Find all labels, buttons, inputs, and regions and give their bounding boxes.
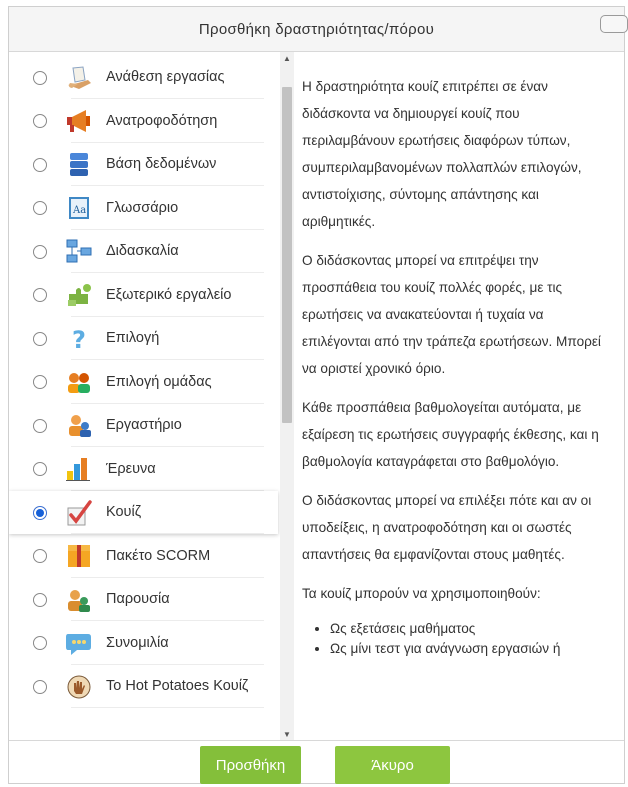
activity-option-label: Εξωτερικό εργαλείο xyxy=(106,286,232,303)
activity-option-label: Ανάθεση εργασίας xyxy=(106,69,225,85)
activity-option-list[interactable]: Ανάθεση εργασίας Ανατροφοδότηση Βάση δεδομ… xyxy=(9,52,281,742)
lesson-icon xyxy=(64,237,94,267)
description-paragraph: Ο διδάσκοντας μπορεί να επιτρέψει την πρ… xyxy=(302,253,601,376)
attendance-icon xyxy=(64,585,94,615)
svg-text:?: ? xyxy=(72,326,86,354)
activity-radio-button[interactable] xyxy=(33,549,47,563)
dialog-title: Προσθήκη δραστηριότητας/πόρου xyxy=(198,20,435,38)
activity-option-label: Εργαστήριο xyxy=(106,417,182,433)
activity-option-row[interactable]: Εξωτερικό εργαλείο xyxy=(9,274,278,317)
activity-radio-button[interactable] xyxy=(33,375,47,389)
activity-option-row[interactable]: Έρευνα xyxy=(9,448,278,491)
activity-option-label: Συνομιλία xyxy=(106,634,169,651)
description-paragraph: Τα κουίζ μπορούν να χρησιμοποιηθούν: xyxy=(302,586,541,601)
megaphone-icon xyxy=(64,106,94,136)
activity-option-label: Επιλογή xyxy=(106,330,160,346)
activity-radio-button[interactable] xyxy=(33,462,47,476)
description-paragraph: Κάθε προσπάθεια βαθμολογείται αυτόματα, … xyxy=(302,400,599,469)
activity-option-row[interactable]: Ανατροφοδότηση xyxy=(9,100,278,143)
activity-option-row[interactable]: ? Επιλογή xyxy=(9,317,278,360)
activity-option-label: Βάση δεδομένων xyxy=(106,156,217,172)
add-activity-dialog: Προσθήκη δραστηριότητας/πόρου Ανάθεση ερ… xyxy=(8,6,628,784)
dialog-body: Ανάθεση εργασίας Ανατροφοδότηση Βάση δεδομ… xyxy=(9,52,624,742)
glossary-icon: Aa xyxy=(64,193,94,223)
question-mark-icon: ? xyxy=(64,324,94,354)
activity-option-row[interactable]: Επιλογή ομάδας xyxy=(9,361,278,404)
activity-option-label: Επιλογή ομάδας xyxy=(106,373,212,390)
activity-radio-button[interactable] xyxy=(33,505,47,520)
description-bullet: Ως μίνι τεστ για ανάγνωση εργασιών ή xyxy=(330,639,602,659)
description-paragraph: Η δραστηριότητα κουίζ επιτρέπει σε έναν … xyxy=(302,79,582,229)
activity-option-label: Πακέτο SCORM xyxy=(106,547,211,564)
database-icon xyxy=(64,150,94,180)
activity-option-row[interactable]: Κουίζ xyxy=(9,491,278,534)
activity-radio-button[interactable] xyxy=(33,331,47,346)
checkmark-icon xyxy=(64,498,94,528)
dialog-footer: Προσθήκη Άκυρο xyxy=(9,740,624,784)
package-icon xyxy=(64,541,94,571)
activity-radio-button[interactable] xyxy=(33,157,47,172)
dialog-header: Προσθήκη δραστηριότητας/πόρου xyxy=(9,7,628,52)
scroll-thumb[interactable] xyxy=(282,87,292,423)
activity-option-label: Διδασκαλία xyxy=(106,243,179,259)
puzzle-icon xyxy=(64,280,94,310)
activity-option-label: Κουίζ xyxy=(106,504,142,520)
activity-option-row[interactable]: Συνομιλία xyxy=(9,622,278,665)
svg-text:Aa: Aa xyxy=(72,205,86,216)
assignment-icon xyxy=(64,63,94,93)
activity-radio-button[interactable] xyxy=(33,201,47,215)
activity-option-row[interactable]: Εργαστήριο xyxy=(9,404,278,447)
activity-radio-button[interactable] xyxy=(33,70,47,85)
close-button[interactable] xyxy=(600,15,628,33)
description-bullet-list: Ως εξετάσεις μαθήματος Ως μίνι τεστ για … xyxy=(302,619,602,659)
activity-radio-button[interactable] xyxy=(33,418,47,433)
activity-radio-button[interactable] xyxy=(33,592,47,607)
hand-icon xyxy=(64,672,94,702)
activity-radio-button[interactable] xyxy=(33,636,47,650)
activity-option-row[interactable]: Ανάθεση εργασίας xyxy=(9,56,278,99)
description-bullet: Ως εξετάσεις μαθήματος xyxy=(330,619,602,639)
activity-radio-button[interactable] xyxy=(33,679,47,694)
activity-option-row[interactable]: Παρουσία xyxy=(9,578,278,621)
group-icon xyxy=(64,367,94,397)
activity-option-label: Το Hot Potatoes Κουίζ xyxy=(106,678,249,694)
activity-option-label: Έρευνα xyxy=(106,460,156,477)
activity-option-row[interactable]: Διδασκαλία xyxy=(9,230,278,273)
workshop-icon xyxy=(64,411,94,441)
activity-option-label: Ανατροφοδότηση xyxy=(106,112,218,129)
activity-radio-button[interactable] xyxy=(33,114,47,128)
chat-bubble-icon xyxy=(64,628,94,658)
activity-radio-button[interactable] xyxy=(33,244,47,259)
activity-option-row[interactable]: Το Hot Potatoes Κουίζ xyxy=(9,665,278,708)
activity-option-label: Γλωσσάριο xyxy=(106,199,179,216)
activity-option-row[interactable]: Βάση δεδομένων xyxy=(9,143,278,186)
activity-description: Η δραστηριότητα κουίζ επιτρέπει σε έναν … xyxy=(302,52,602,742)
activity-option-label: Παρουσία xyxy=(106,591,170,607)
scroll-up-arrow-icon[interactable]: ▲ xyxy=(280,52,294,66)
cancel-button[interactable]: Άκυρο xyxy=(335,746,450,784)
description-paragraph: Ο διδάσκοντας μπορεί να επιλέξει πότε κα… xyxy=(302,493,592,562)
option-list-scrollbar[interactable]: ▲ ▼ xyxy=(280,52,294,742)
row-divider xyxy=(71,707,264,708)
activity-option-row[interactable]: Πακέτο SCORM xyxy=(9,535,278,578)
bar-chart-icon xyxy=(64,454,94,484)
activity-radio-button[interactable] xyxy=(33,288,47,302)
row-divider xyxy=(71,533,264,534)
add-button[interactable]: Προσθήκη xyxy=(200,746,301,784)
activity-option-row[interactable]: Aa Γλωσσάριο xyxy=(9,187,278,230)
